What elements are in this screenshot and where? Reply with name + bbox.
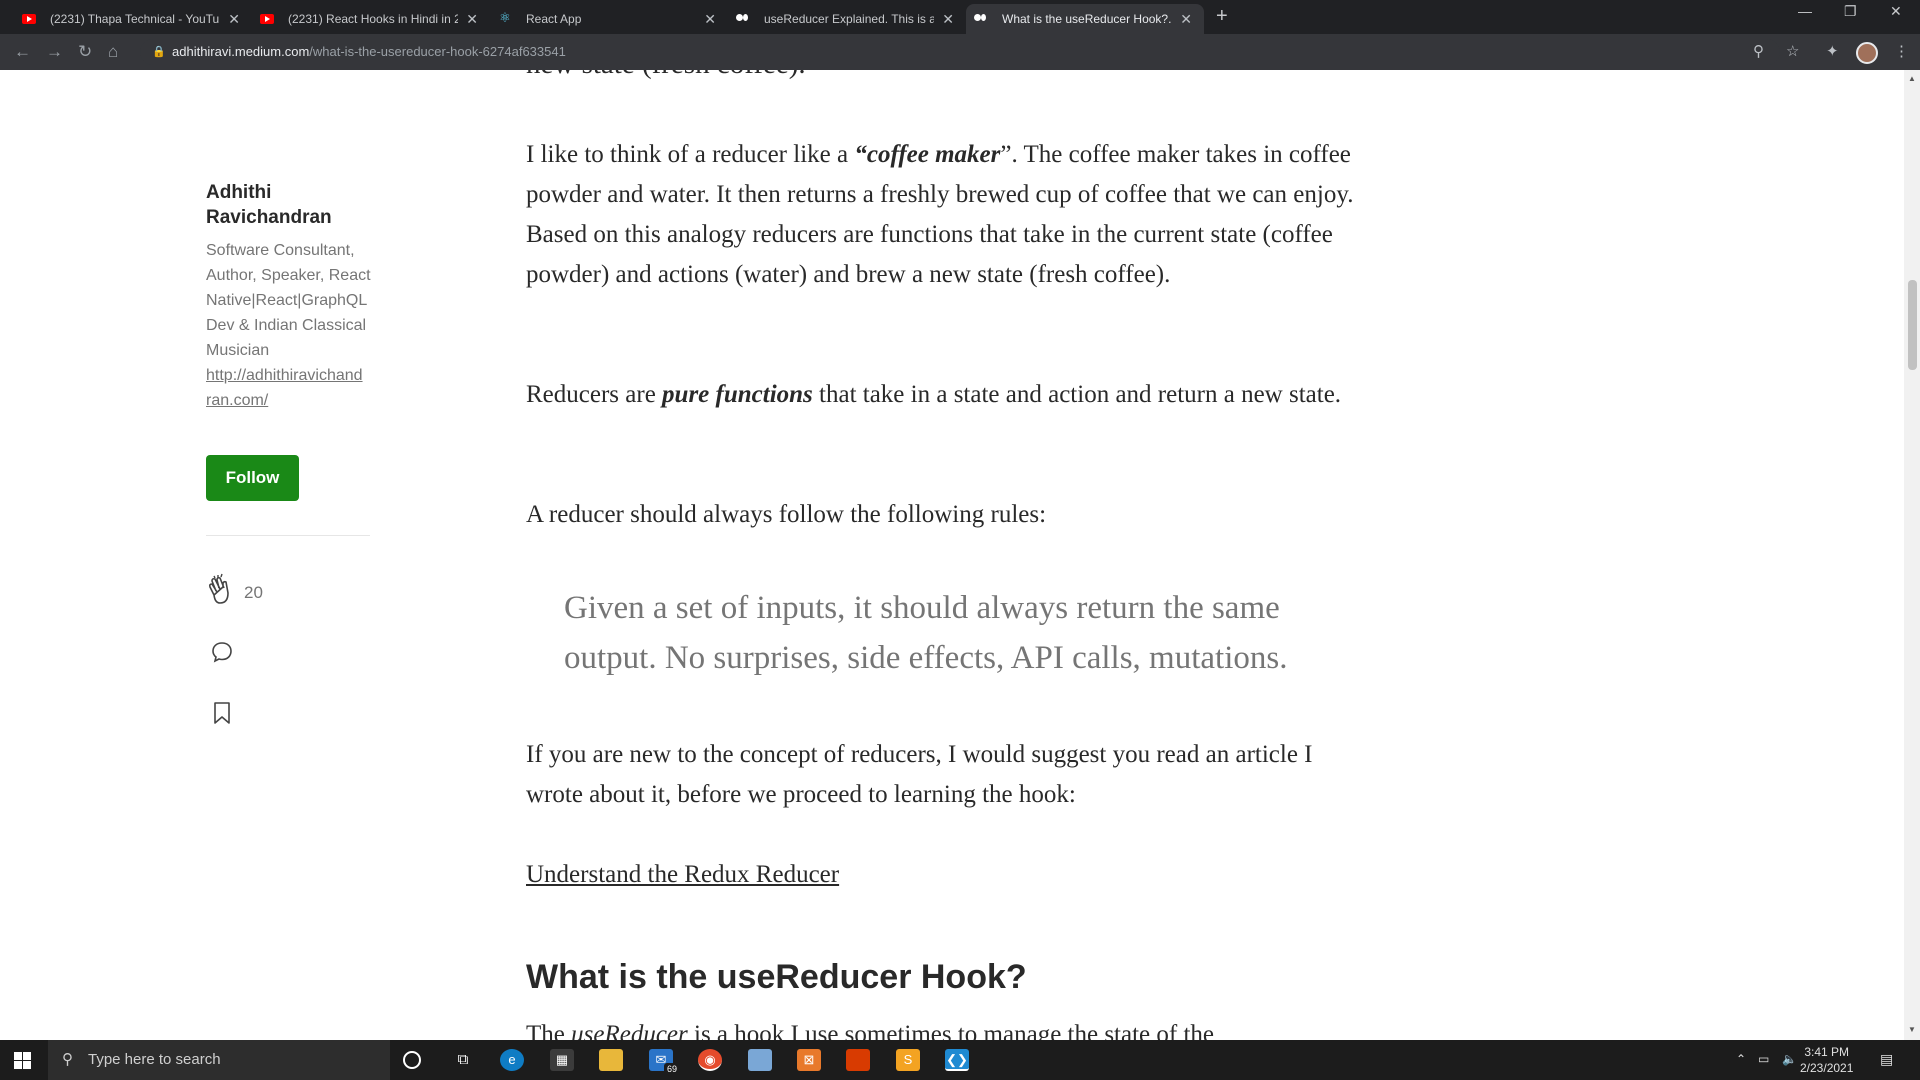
url-host: adhithiravi.medium.com <box>172 44 310 59</box>
menu-icon[interactable]: ⋮ <box>1894 42 1909 60</box>
clock-time: 3:41 PM <box>1804 1045 1850 1059</box>
new-tab-icon[interactable]: + <box>1216 5 1228 28</box>
article-paragraph: The useReducer is a hook I use sometimes… <box>526 1021 1215 1040</box>
notifications-icon[interactable]: ▤ <box>1880 1051 1893 1068</box>
author-bio: Software Consultant, Author, Speaker, Re… <box>206 242 371 359</box>
tab-title: React App <box>526 12 582 26</box>
extensions-icon[interactable]: ✦ <box>1826 42 1839 60</box>
address-bar[interactable]: 🔒 adhithiravi.medium.com/what-is-the-use… <box>140 39 1780 65</box>
reload-icon[interactable]: ↻ <box>78 42 92 62</box>
restore-icon[interactable]: ❐ <box>1844 3 1857 20</box>
page-scrollbar[interactable]: ▲ ▼ <box>1904 70 1920 1040</box>
tab-title: (2231) React Hooks in Hindi in 2021 <box>288 12 458 26</box>
network-icon[interactable]: ▭ <box>1758 1052 1769 1066</box>
youtube-icon <box>260 14 274 24</box>
medium-icon <box>736 13 750 23</box>
close-icon[interactable]: ✕ <box>942 11 954 28</box>
browser-toolbar: ← → ↻ ⌂ 🔒 adhithiravi.medium.com/what-is… <box>0 34 1920 70</box>
youtube-icon <box>22 14 36 24</box>
store-icon[interactable]: ▦ <box>550 1049 574 1071</box>
chrome-icon[interactable]: ◉ <box>698 1049 722 1071</box>
author-name[interactable]: Adhithi Ravichandran <box>206 180 346 230</box>
scroll-down-icon[interactable]: ▼ <box>1908 1025 1916 1034</box>
sidebar-divider <box>206 535 370 536</box>
clap-icon[interactable] <box>204 573 238 607</box>
scrollbar-thumb[interactable] <box>1908 280 1917 370</box>
system-clock[interactable]: 3:41 PM 2/23/2021 <box>1800 1044 1853 1076</box>
close-icon[interactable]: ✕ <box>704 11 716 28</box>
sublime-text-icon[interactable]: S <box>896 1049 920 1071</box>
browser-tab-strip: (2231) Thapa Technical - YouTube ✕ (2231… <box>0 0 1920 34</box>
clock-date: 2/23/2021 <box>1800 1061 1854 1075</box>
comment-icon[interactable] <box>210 640 234 664</box>
tab-what-is-usereducer[interactable]: What is the useReducer Hook?. L ✕ <box>966 4 1204 34</box>
cortana-icon[interactable] <box>403 1051 421 1069</box>
follow-button[interactable]: Follow <box>206 455 299 501</box>
tray-expand-icon[interactable]: ⌃ <box>1736 1052 1746 1066</box>
zoom-icon[interactable]: ⚲ <box>1753 42 1764 60</box>
minimize-icon[interactable]: — <box>1798 3 1812 19</box>
article-paragraph: If you are new to the concept of reducer… <box>526 741 1313 808</box>
taskbar-search-input[interactable]: ⚲ Type here to search <box>48 1040 390 1080</box>
url-path: /what-is-the-usereducer-hook-6274af63354… <box>309 44 566 59</box>
close-icon[interactable]: ✕ <box>466 11 478 28</box>
scroll-up-icon[interactable]: ▲ <box>1908 74 1916 83</box>
profile-avatar[interactable] <box>1856 42 1878 64</box>
edge-icon[interactable]: e <box>500 1049 524 1071</box>
medium-icon <box>974 13 988 23</box>
back-icon[interactable]: ← <box>14 42 31 62</box>
search-icon: ⚲ <box>62 1051 73 1068</box>
windows-taskbar: ⚲ Type here to search ⧉ e ▦ ✉ 69 ◉ ⊠ S ❮… <box>0 1040 1920 1080</box>
clap-count: 20 <box>244 583 263 602</box>
tab-usereducer-explained[interactable]: useReducer Explained. This is an ✕ <box>728 4 966 34</box>
xampp-icon[interactable]: ⊠ <box>797 1049 821 1071</box>
office-icon[interactable] <box>846 1049 870 1071</box>
lock-icon: 🔒 <box>152 46 166 58</box>
volume-icon[interactable]: 🔈 <box>1782 1052 1797 1066</box>
mail-badge: 69 <box>664 1063 680 1075</box>
author-card: Adhithi Ravichandran Software Consultant… <box>206 180 406 413</box>
article-text-clipped: new state (fresh coffee). <box>526 70 1371 81</box>
article-page: Adhithi Ravichandran Software Consultant… <box>0 70 1904 1040</box>
home-icon[interactable]: ⌂ <box>108 42 118 62</box>
article-paragraph: A reducer should always follow the follo… <box>526 501 1047 528</box>
notepad-icon[interactable] <box>748 1049 772 1071</box>
tab-title: useReducer Explained. This is an <box>764 12 934 26</box>
tab-react-app[interactable]: ⚛ React App ✕ <box>490 4 728 34</box>
close-icon[interactable]: ✕ <box>1180 11 1192 28</box>
star-icon[interactable]: ☆ <box>1786 42 1799 60</box>
close-icon[interactable]: ✕ <box>228 11 240 28</box>
close-window-icon[interactable]: ✕ <box>1890 3 1902 20</box>
tab-title: What is the useReducer Hook?. L <box>1002 12 1172 26</box>
article-paragraph: I like to think of a reducer like a “cof… <box>526 141 1354 288</box>
section-heading: What is the useReducer Hook? <box>526 958 1027 996</box>
article-paragraph: Reducers are pure functions that take in… <box>526 381 1342 408</box>
tab-react-hooks-hindi[interactable]: (2231) React Hooks in Hindi in 2021 ✕ <box>252 4 490 34</box>
author-website-link[interactable]: http://adhithiravichandran.com/ <box>206 363 366 413</box>
windows-start-icon[interactable] <box>14 1052 31 1069</box>
redux-reducer-link[interactable]: Understand the Redux Reducer <box>526 855 1371 895</box>
forward-icon[interactable]: → <box>46 42 63 62</box>
search-placeholder: Type here to search <box>88 1051 221 1068</box>
tab-title: (2231) Thapa Technical - YouTube <box>50 12 220 26</box>
task-view-icon[interactable]: ⧉ <box>451 1049 475 1071</box>
tab-thapa-technical[interactable]: (2231) Thapa Technical - YouTube ✕ <box>14 4 252 34</box>
bookmark-icon[interactable] <box>212 701 232 725</box>
vscode-icon[interactable]: ❮❯ <box>945 1049 969 1071</box>
file-explorer-icon[interactable] <box>599 1049 623 1071</box>
react-icon: ⚛ <box>499 10 511 25</box>
pull-quote: Given a set of inputs, it should always … <box>564 590 1288 676</box>
